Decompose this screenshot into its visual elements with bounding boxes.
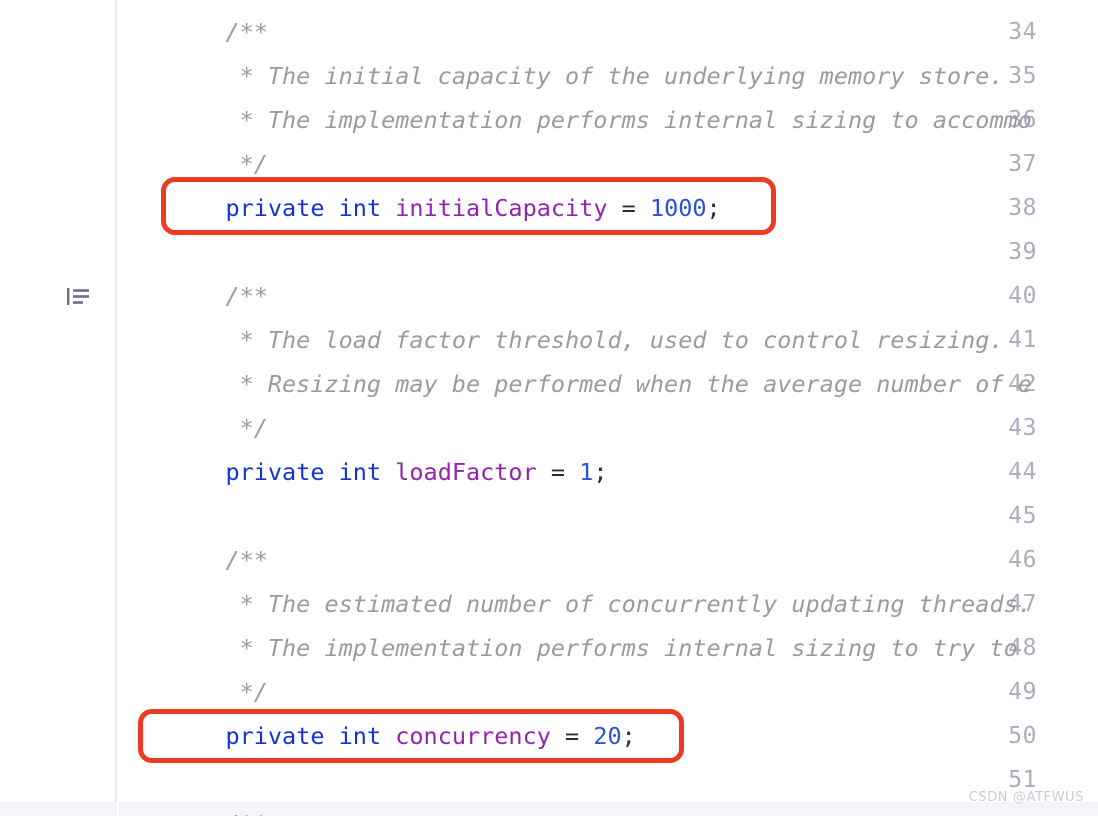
token-comment: * The implementation performs internal s…: [239, 106, 1032, 134]
token-punct: ;: [621, 722, 636, 750]
token-comment: */: [239, 414, 268, 442]
code-row[interactable]: * The initial capacity of the underlying…: [119, 54, 1098, 98]
current-line-highlight: [0, 802, 117, 816]
code-row[interactable]: */: [119, 670, 1098, 714]
token-keyword: private int: [225, 722, 396, 750]
token-comment: * The implementation performs internal s…: [239, 634, 1018, 662]
code-text[interactable]: */: [240, 670, 268, 714]
code-row[interactable]: */: [119, 406, 1098, 450]
token-comment: * The initial capacity of the underlying…: [239, 62, 1004, 90]
token-number: 1000: [649, 194, 707, 222]
code-row[interactable]: [119, 494, 1098, 538]
code-row[interactable]: */: [119, 142, 1098, 186]
watermark: CSDN @ATFWUS: [968, 790, 1084, 805]
code-text[interactable]: /**: [225, 538, 267, 582]
token-comment: /**: [225, 282, 268, 310]
code-text[interactable]: */: [240, 142, 268, 186]
code-row[interactable]: [119, 758, 1098, 802]
code-row[interactable]: private int initialCapacity = 1000;: [119, 186, 1098, 230]
code-row[interactable]: * The implementation performs internal s…: [119, 626, 1098, 670]
token-comment: */: [239, 150, 268, 178]
token-comment: * The load factor threshold, used to con…: [239, 326, 1004, 354]
code-text[interactable]: * The implementation performs internal s…: [240, 98, 1032, 142]
code-row[interactable]: /**: [119, 10, 1098, 54]
token-comment: * The estimated number of concurrently u…: [239, 590, 1032, 618]
token-comment: /**: [225, 18, 268, 46]
code-row[interactable]: [119, 230, 1098, 274]
token-number: 1: [579, 458, 594, 486]
code-text[interactable]: private int concurrency = 20;: [225, 714, 635, 758]
token-op: =: [607, 194, 650, 222]
code-text[interactable]: * The initial capacity of the underlying…: [240, 54, 1004, 98]
token-op: =: [536, 458, 580, 486]
token-field: loadFactor: [395, 458, 537, 486]
code-row[interactable]: /**: [119, 274, 1098, 318]
code-row[interactable]: private int loadFactor = 1;: [119, 450, 1098, 494]
code-text[interactable]: * The load factor threshold, used to con…: [240, 318, 1004, 362]
code-row[interactable]: private int concurrency = 20;: [119, 714, 1098, 758]
token-comment: */: [239, 678, 268, 706]
code-text[interactable]: * The estimated number of concurrently u…: [240, 582, 1032, 626]
code-text[interactable]: private int initialCapacity = 1000;: [225, 186, 720, 230]
token-number: 20: [593, 722, 622, 750]
code-editor: 34353637383940414243444546474849505152 /…: [0, 0, 1098, 816]
code-row[interactable]: * The estimated number of concurrently u…: [119, 582, 1098, 626]
code-row[interactable]: /**: [119, 538, 1098, 582]
code-text[interactable]: private int loadFactor = 1;: [225, 450, 607, 494]
code-row[interactable]: * Resizing may be performed when the ave…: [119, 362, 1098, 406]
token-field: concurrency: [395, 722, 551, 750]
code-row[interactable]: * The implementation performs internal s…: [119, 98, 1098, 142]
token-op: =: [550, 722, 594, 750]
code-text[interactable]: * The implementation performs internal s…: [240, 626, 1018, 670]
token-comment: * Resizing may be performed when the ave…: [239, 370, 1032, 398]
code-text[interactable]: /**: [225, 10, 267, 54]
code-text[interactable]: /**: [225, 274, 267, 318]
token-punct: ;: [706, 194, 721, 222]
token-field: initialCapacity: [395, 194, 608, 222]
code-row[interactable]: /**: [119, 802, 1098, 816]
token-comment: /**: [225, 810, 267, 816]
token-keyword: private int: [225, 458, 396, 486]
code-text[interactable]: * Resizing may be performed when the ave…: [240, 362, 1032, 406]
code-row[interactable]: * The load factor threshold, used to con…: [119, 318, 1098, 362]
token-keyword: private int: [225, 194, 396, 222]
code-text[interactable]: /**: [225, 802, 267, 816]
token-comment: /**: [225, 546, 268, 574]
token-punct: ;: [593, 458, 608, 486]
code-text[interactable]: */: [240, 406, 268, 450]
javadoc-icon[interactable]: [67, 288, 89, 305]
code-content-area[interactable]: /** * The initial capacity of the underly…: [119, 0, 1098, 816]
